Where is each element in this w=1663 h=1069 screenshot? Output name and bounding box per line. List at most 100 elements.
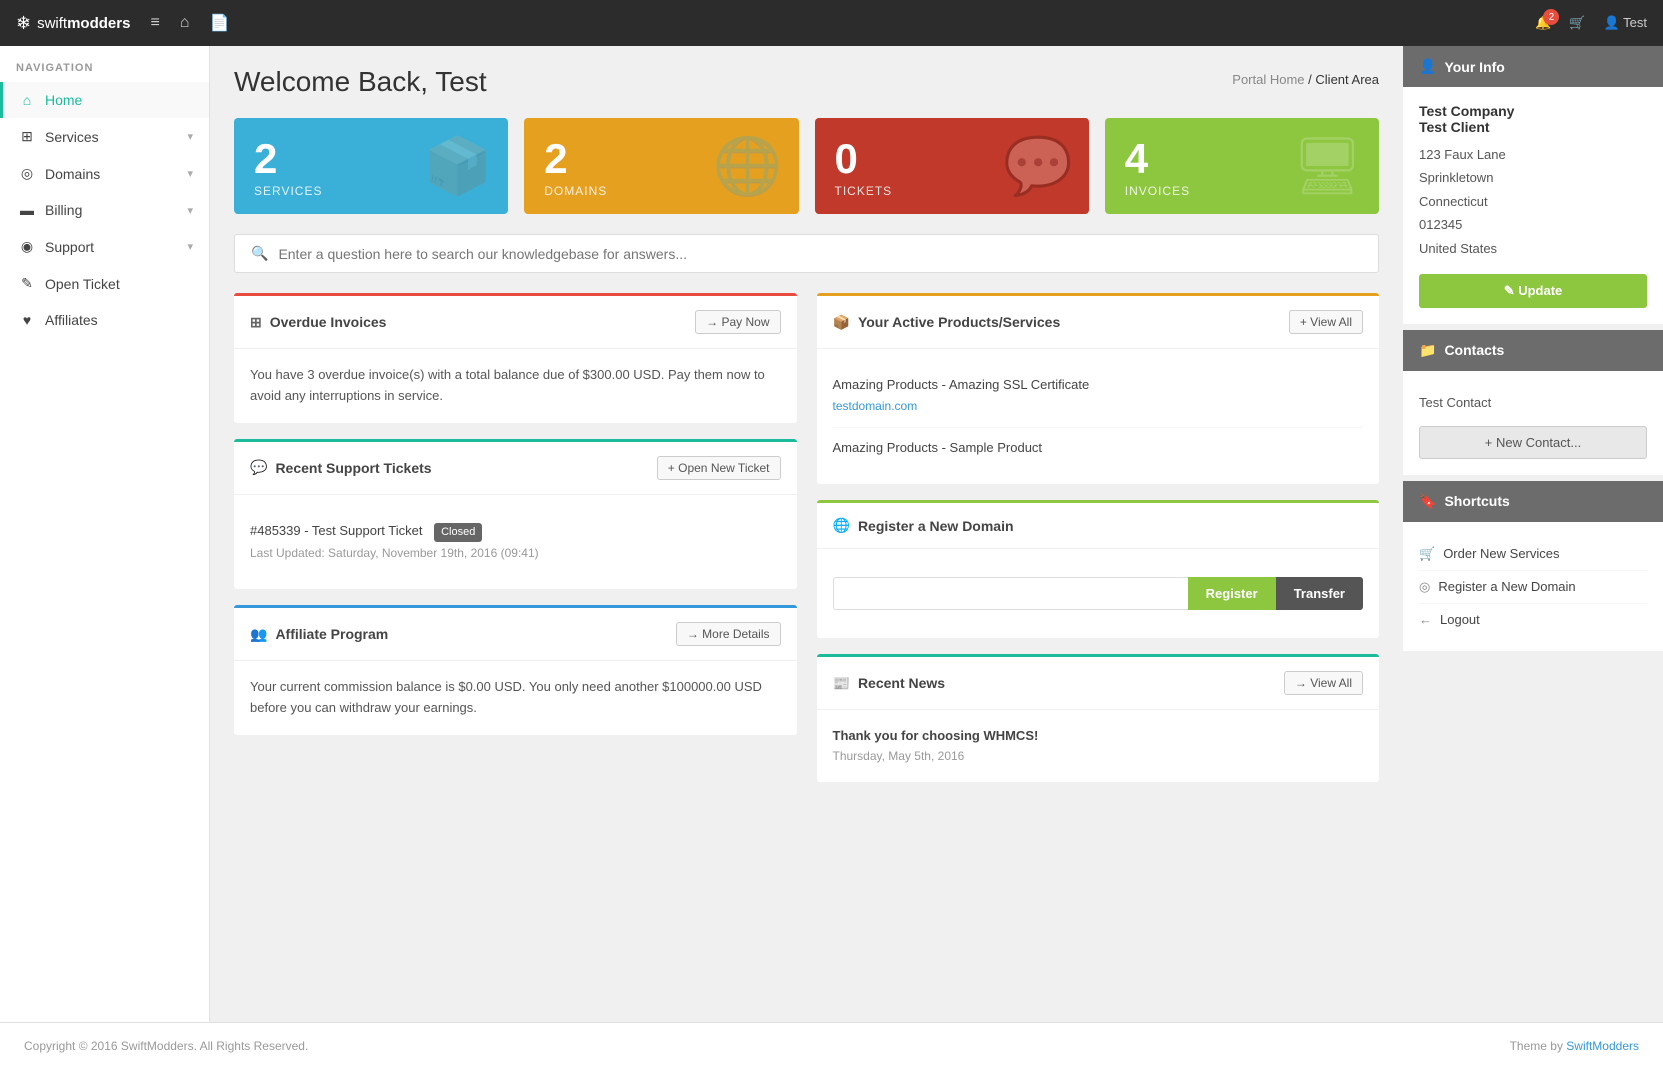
shortcuts-body: 🛒 Order New Services ◎ Register a New Do…: [1403, 522, 1663, 651]
globe-icon: 🌐: [833, 517, 850, 534]
service-name-1: Amazing Products - Amazing SSL Certifica…: [833, 375, 1364, 396]
affiliate-details-button[interactable]: → More Details: [676, 622, 781, 646]
sidebar-label-open-ticket: Open Ticket: [45, 276, 120, 292]
shortcuts-header: 🔖 Shortcuts: [1403, 481, 1663, 522]
breadcrumb: Portal Home / Client Area: [1232, 72, 1379, 87]
sidebar-item-support[interactable]: ◉ Support ▾: [0, 228, 209, 265]
panel-affiliate: 👥 Affiliate Program → More Details Your …: [234, 605, 797, 735]
stat-cards: 📦 2 SERVICES 🌐 2 DOMAINS 💬 0 TICKETS 🖥 4…: [234, 118, 1379, 214]
sidebar-item-open-ticket[interactable]: ✎ Open Ticket: [0, 265, 209, 302]
topnav-right: 🔔 2 🛒 👤 Test: [1535, 15, 1647, 31]
footer: Copyright © 2016 SwiftModders. All Right…: [0, 1022, 1663, 1069]
notification-bell[interactable]: 🔔 2: [1535, 15, 1551, 31]
service-row-2: Amazing Products - Sample Product: [833, 428, 1364, 469]
user-account[interactable]: 👤 Test: [1604, 15, 1647, 31]
sidebar: NAVIGATION ⌂ Home ⊞ Services ▾ ◎ Domains…: [0, 46, 210, 1022]
stat-card-domains[interactable]: 🌐 2 DOMAINS: [524, 118, 798, 214]
breadcrumb-portal-home[interactable]: Portal Home: [1232, 72, 1304, 87]
col-right: 📦 Your Active Products/Services + View A…: [817, 293, 1380, 782]
billing-icon: ▬: [19, 202, 35, 218]
stat-card-invoices[interactable]: 🖥 4 INVOICES: [1105, 118, 1379, 214]
footer-copyright: Copyright © 2016 SwiftModders. All Right…: [24, 1039, 308, 1053]
page-title: Welcome Back, Test: [234, 66, 487, 98]
sidebar-item-domains[interactable]: ◎ Domains ▾: [0, 155, 209, 192]
stat-card-services[interactable]: 📦 2 SERVICES: [234, 118, 508, 214]
contact-name: Test Contact: [1419, 387, 1647, 418]
new-contact-button[interactable]: + New Contact...: [1419, 426, 1647, 459]
right-sidebar: 👤 Your Info Test Company Test Client 123…: [1403, 46, 1663, 1022]
sidebar-label-billing: Billing: [45, 202, 82, 218]
services-icon: ⊞: [19, 128, 35, 145]
home-nav-icon[interactable]: ⌂: [180, 14, 190, 32]
breadcrumb-sep: /: [1308, 72, 1312, 87]
client-name: Test Client: [1419, 119, 1647, 135]
pay-now-button[interactable]: → Pay Now: [695, 310, 780, 334]
sidebar-label-affiliates: Affiliates: [45, 312, 98, 328]
service-row-1: Amazing Products - Amazing SSL Certifica…: [833, 365, 1364, 428]
domain-register-button[interactable]: Register: [1188, 577, 1276, 610]
sidebar-item-affiliates[interactable]: ♥ Affiliates: [0, 302, 209, 338]
hamburger-icon[interactable]: ≡: [150, 14, 159, 32]
contacts-body: Test Contact + New Contact...: [1403, 371, 1663, 475]
overdue-title: ⊞ Overdue Invoices: [250, 314, 386, 331]
services-label: SERVICES: [254, 184, 488, 198]
search-bar: 🔍: [234, 234, 1379, 273]
brand-logo[interactable]: ❄ swiftmodders: [16, 13, 130, 34]
products-title: 📦 Your Active Products/Services: [833, 314, 1061, 331]
ticket-row: #485339 - Test Support Ticket Closed Las…: [250, 511, 781, 574]
bookmark-icon: 🔖: [1419, 493, 1436, 510]
view-all-news-button[interactable]: → View All: [1284, 671, 1363, 695]
contacts-header: 📁 Contacts: [1403, 330, 1663, 371]
search-input[interactable]: [278, 246, 1362, 262]
panel-active-products: 📦 Your Active Products/Services + View A…: [817, 293, 1380, 484]
products-icon: 📦: [833, 314, 850, 331]
panel-overdue-invoices: ⊞ Overdue Invoices → Pay Now You have 3 …: [234, 293, 797, 423]
sidebar-item-home[interactable]: ⌂ Home: [0, 82, 209, 118]
chevron-billing-icon: ▾: [187, 204, 193, 217]
support-body: #485339 - Test Support Ticket Closed Las…: [234, 495, 797, 590]
sidebar-label-home: Home: [45, 92, 82, 108]
shortcut-order-services[interactable]: 🛒 Order New Services: [1419, 538, 1647, 571]
support-icon: ◉: [19, 238, 35, 255]
address-line1: 123 Faux Lane: [1419, 143, 1647, 166]
panel-support-header: 💬 Recent Support Tickets + Open New Tick…: [234, 442, 797, 495]
sidebar-nav-label: NAVIGATION: [0, 46, 209, 82]
domain-search-row: Register Transfer: [833, 577, 1364, 610]
comment-icon: 💬: [250, 459, 267, 476]
news-title: 📰 Recent News: [833, 675, 946, 692]
folder-icon: 📁: [1419, 342, 1436, 359]
shortcut-register-domain[interactable]: ◎ Register a New Domain: [1419, 571, 1647, 604]
topnav: ❄ swiftmodders ≡ ⌂ 📄 🔔 2 🛒 👤 Test: [0, 0, 1663, 46]
news-icon: 📰: [833, 675, 850, 692]
footer-theme: Theme by SwiftModders: [1510, 1039, 1639, 1053]
footer-theme-link[interactable]: SwiftModders: [1566, 1039, 1639, 1053]
service-link-1[interactable]: testdomain.com: [833, 399, 918, 413]
domain-transfer-button[interactable]: Transfer: [1276, 577, 1363, 610]
globe-shortcut-icon: ◎: [1419, 579, 1430, 595]
affiliate-title: 👥 Affiliate Program: [250, 626, 388, 643]
shortcut-logout[interactable]: ← Logout: [1419, 604, 1647, 635]
sidebar-item-billing[interactable]: ▬ Billing ▾: [0, 192, 209, 228]
panel-news-header: 📰 Recent News → View All: [817, 657, 1380, 710]
update-button[interactable]: ✎ Update: [1419, 274, 1647, 308]
page-header: Welcome Back, Test Portal Home / Client …: [234, 66, 1379, 98]
document-icon[interactable]: 📄: [209, 13, 229, 33]
domain-search-input[interactable]: [833, 577, 1188, 610]
open-ticket-button[interactable]: + Open New Ticket: [657, 456, 781, 480]
contacts-panel: 📁 Contacts Test Contact + New Contact...: [1403, 330, 1663, 475]
sidebar-item-services[interactable]: ⊞ Services ▾: [0, 118, 209, 155]
view-all-products-button[interactable]: + View All: [1289, 310, 1363, 334]
topnav-left: ❄ swiftmodders ≡ ⌂ 📄: [16, 13, 229, 34]
stat-card-tickets[interactable]: 💬 0 TICKETS: [815, 118, 1089, 214]
tickets-label: TICKETS: [835, 184, 1069, 198]
sidebar-label-domains: Domains: [45, 166, 100, 182]
sidebar-label-services: Services: [45, 129, 99, 145]
products-body: Amazing Products - Amazing SSL Certifica…: [817, 349, 1380, 484]
address-line4: 012345: [1419, 213, 1647, 236]
invoices-label: INVOICES: [1125, 184, 1359, 198]
table-icon: ⊞: [250, 314, 262, 331]
domains-label: DOMAINS: [544, 184, 778, 198]
panel-register-domain: 🌐 Register a New Domain Register Transfe…: [817, 500, 1380, 638]
home-icon: ⌂: [19, 92, 35, 108]
cart-icon[interactable]: 🛒: [1569, 15, 1585, 31]
